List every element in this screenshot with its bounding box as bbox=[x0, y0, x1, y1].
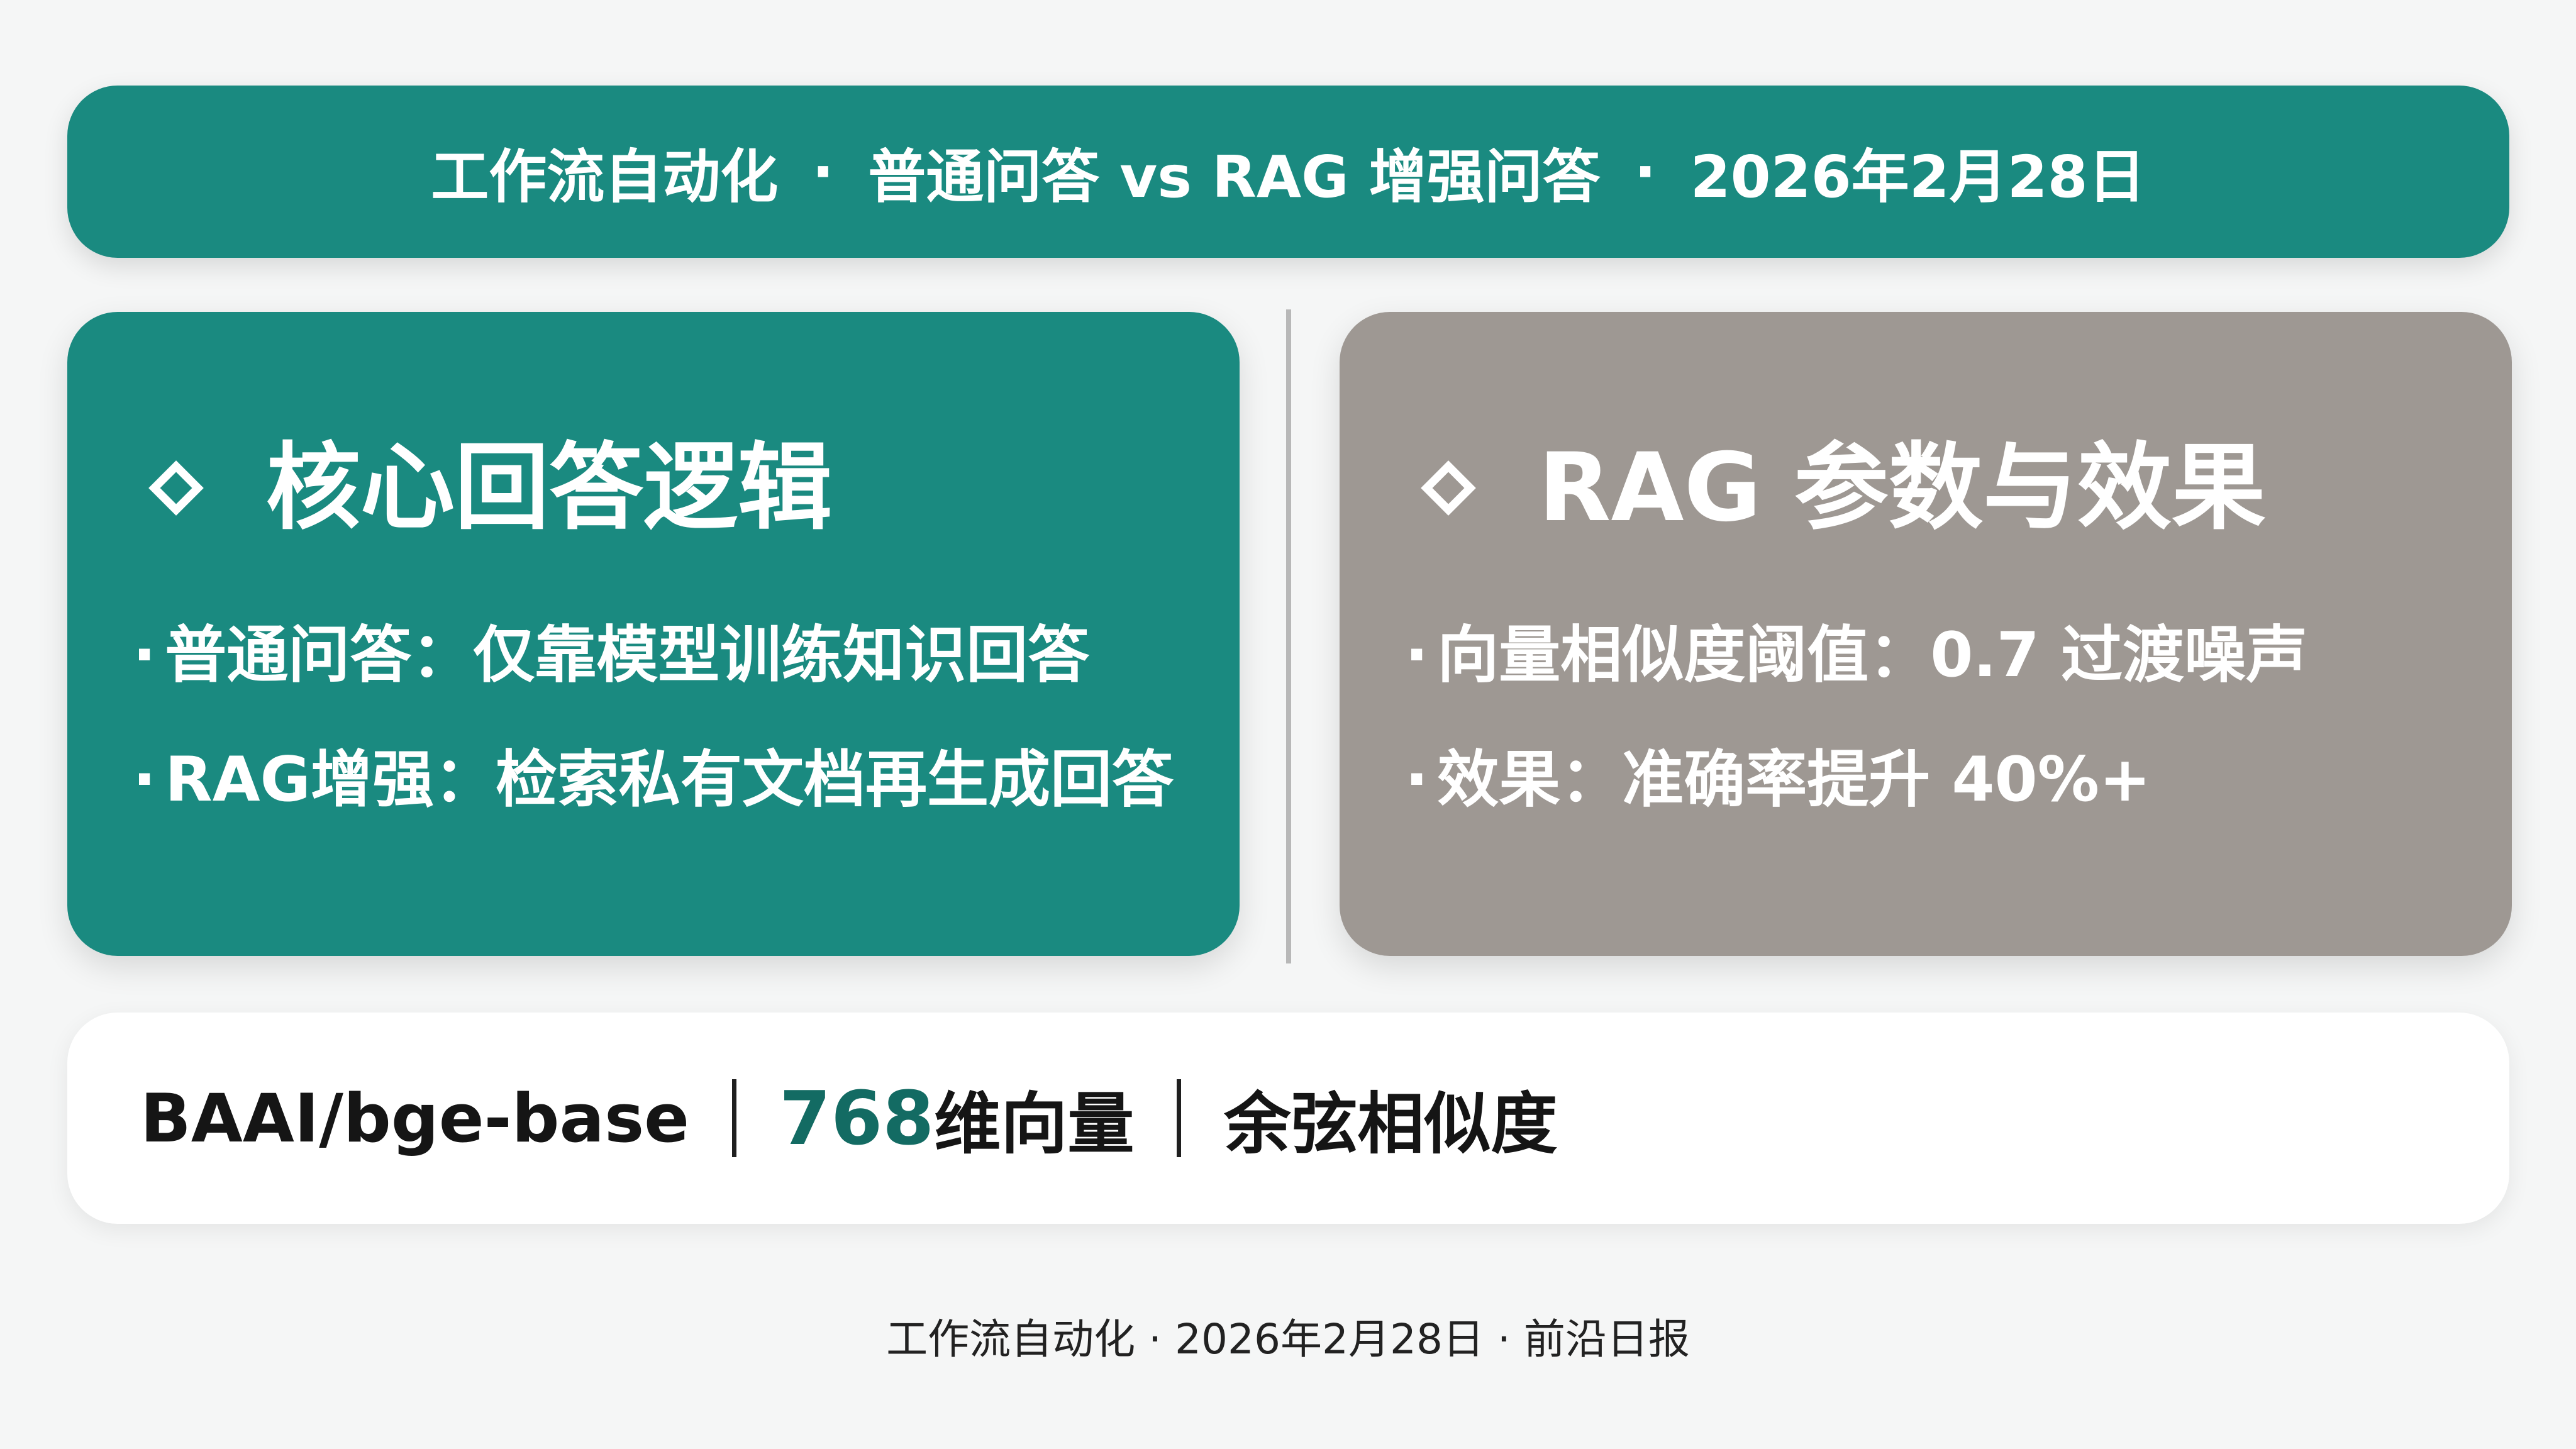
rag-params-title: RAG 参数与效果 bbox=[1418, 441, 2266, 535]
bullet-dot-icon: · bbox=[1405, 744, 1429, 816]
bullet-dot-icon: · bbox=[133, 744, 157, 816]
list-item: · 效果：准确率提升 40%+ bbox=[1405, 749, 2151, 811]
bullet-text: 效果：准确率提升 40%+ bbox=[1437, 744, 2151, 816]
bullet-dot-icon: · bbox=[133, 619, 157, 691]
bullet-text: RAG增强：检索私有文档再生成回答 bbox=[165, 744, 1174, 816]
similarity-metric: 余弦相似度 bbox=[1224, 1085, 1558, 1163]
rag-params-card: RAG 参数与效果 · 向量相似度阈值：0.7 过渡噪声 · 效果：准确率提升 40… bbox=[1340, 312, 2512, 956]
diamond-icon bbox=[148, 460, 204, 516]
core-logic-title-text: 核心回答逻辑 bbox=[266, 433, 833, 543]
rag-params-title-text: RAG 参数与效果 bbox=[1538, 433, 2266, 543]
footer-caption: 工作流自动化 · 2026年2月28日 · 前沿日报 bbox=[886, 1315, 1690, 1363]
bullet-text: 向量相似度阈值：0.7 过渡噪声 bbox=[1437, 619, 2307, 691]
list-item: · 向量相似度阈值：0.7 过渡噪声 bbox=[1405, 625, 2307, 686]
list-item: · 普通问答：仅靠模型训练知识回答 bbox=[133, 625, 1089, 686]
core-logic-title: 核心回答逻辑 bbox=[145, 441, 832, 535]
model-name: BAAI/bge-base bbox=[140, 1079, 690, 1157]
header-separator: · bbox=[1634, 138, 1657, 206]
diamond-icon bbox=[1421, 460, 1476, 516]
bullet-text: 普通问答：仅靠模型训练知识回答 bbox=[165, 619, 1090, 691]
core-logic-card: 核心回答逻辑 · 普通问答：仅靠模型训练知识回答 · RAG增强：检索私有文档再生成… bbox=[67, 312, 1240, 956]
vector-dimension-label: 维向量 bbox=[934, 1085, 1135, 1163]
header-subject: 普通问答 vs RAG 增强问答 bbox=[868, 143, 1601, 211]
header-banner: 工作流自动化 · 普通问答 vs RAG 增强问答 · 2026年2月28日 bbox=[67, 86, 2509, 258]
header-date: 2026年2月28日 bbox=[1690, 143, 2146, 211]
spec-divider bbox=[732, 1079, 737, 1157]
spec-divider bbox=[1177, 1079, 1182, 1157]
bullet-dot-icon: · bbox=[1405, 619, 1429, 691]
header-separator: · bbox=[812, 138, 835, 206]
model-specs-bar: BAAI/bge-base 768 维向量 余弦相似度 bbox=[67, 1013, 2509, 1224]
vector-dimension: 768 bbox=[779, 1075, 935, 1162]
header-topic: 工作流自动化 bbox=[431, 143, 779, 211]
list-item: · RAG增强：检索私有文档再生成回答 bbox=[133, 749, 1174, 811]
card-divider bbox=[1286, 309, 1291, 963]
